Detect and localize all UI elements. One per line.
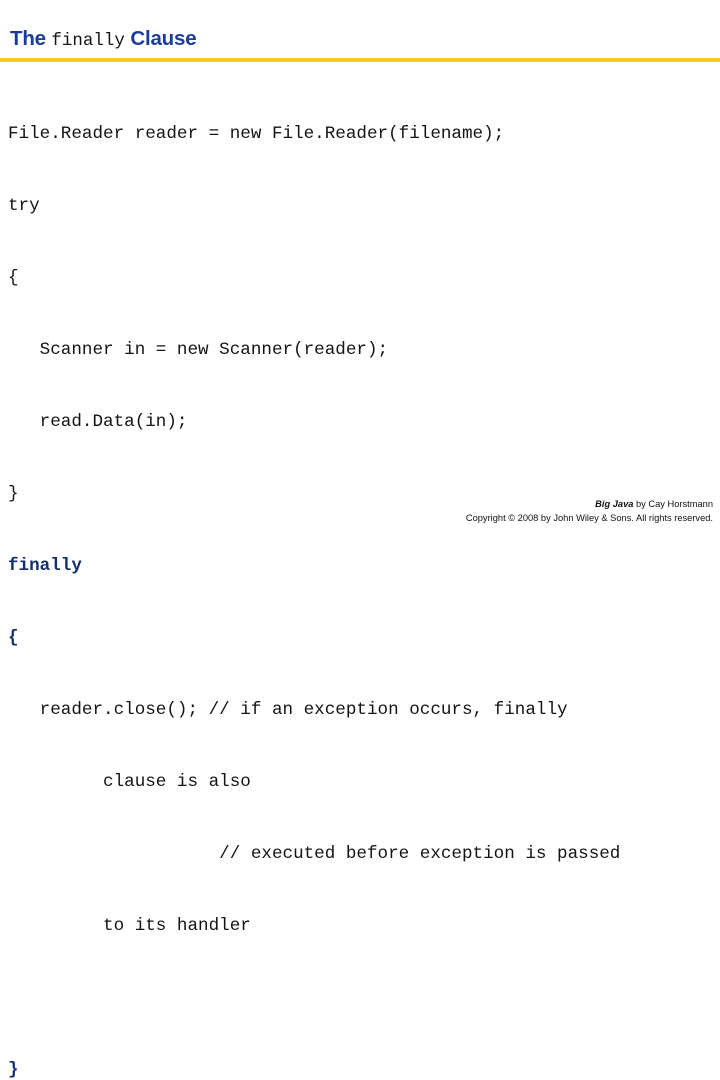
- code-line: clause is also: [8, 772, 251, 792]
- code-line-finally-open-brace: {: [8, 628, 19, 648]
- code-line: File.Reader reader = new File.Reader(fil…: [8, 124, 505, 144]
- footer: Big Java by Cay Horstmann Copyright © 20…: [233, 497, 713, 525]
- footer-attribution-line: Big Java by Cay Horstmann: [233, 497, 713, 511]
- title-prefix: The: [10, 27, 46, 50]
- code-line-finally-keyword: finally: [8, 556, 82, 576]
- code-listing: File.Reader reader = new File.Reader(fil…: [8, 74, 720, 1080]
- code-line: try: [8, 196, 40, 216]
- title-keyword: finally: [51, 31, 125, 51]
- slide-canvas: The finally Clause File.Reader reader = …: [0, 0, 720, 1080]
- code-line: reader.close(); // if an exception occur…: [8, 700, 568, 720]
- footer-book-title: Big Java: [595, 499, 634, 509]
- code-line-finally-close-brace: }: [8, 1060, 19, 1080]
- code-line: Scanner in = new Scanner(reader);: [8, 340, 389, 360]
- title-accent-rule: [0, 58, 720, 62]
- footer-byline: by Cay Horstmann: [633, 499, 713, 509]
- code-line: to its handler: [8, 916, 251, 936]
- code-line: {: [8, 268, 19, 288]
- footer-copyright-line: Copyright © 2008 by John Wiley & Sons. A…: [465, 513, 713, 523]
- code-line: read.Data(in);: [8, 412, 188, 432]
- title-suffix: Clause: [130, 27, 197, 50]
- page-title: The finally Clause: [10, 27, 197, 55]
- code-line: // executed before exception is passed: [8, 844, 621, 864]
